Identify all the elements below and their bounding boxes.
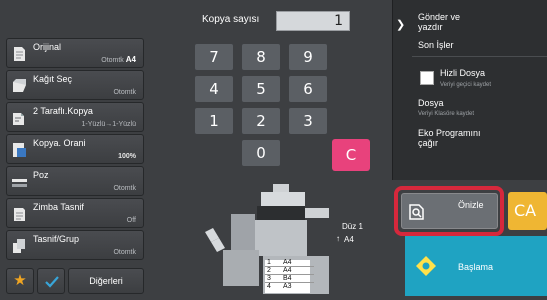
- preview-label: Önizle: [458, 200, 484, 210]
- copies-label: Kopya sayısı: [202, 14, 260, 25]
- output-size-label: A4: [344, 235, 354, 244]
- key-2[interactable]: 2: [242, 108, 280, 134]
- original-button[interactable]: Orijinal Otomtk A4: [6, 38, 144, 68]
- key-3[interactable]: 3: [289, 108, 327, 134]
- keypad-area: Kopya sayısı 1 7 8 9 4 5 6 1 2 3 0 C: [180, 6, 380, 176]
- key-5[interactable]: 5: [242, 76, 280, 102]
- staple-sort-label: Zimba Tasnif: [33, 202, 84, 212]
- output-tray-label: Düz 1: [342, 222, 363, 231]
- original-label: Orijinal: [33, 42, 62, 52]
- quick-file-checkbox[interactable]: [420, 71, 434, 85]
- copy-ratio-label: Kopya. Orani: [33, 138, 86, 148]
- copy-screen: Orijinal Otomtk A4 Kağıt Seç Otomtk 2 Ta…: [0, 0, 547, 300]
- staple-sort-value: Off: [126, 217, 136, 224]
- key-1[interactable]: 1: [195, 108, 233, 134]
- sort-group-button[interactable]: Tasnif/Grup Otomtk: [6, 230, 144, 260]
- clear-button[interactable]: C: [332, 139, 370, 171]
- checkmark-icon: [45, 276, 59, 288]
- exposure-icon: [12, 179, 27, 187]
- recent-jobs-link[interactable]: Son İşler: [418, 40, 454, 50]
- key-8[interactable]: 8: [242, 44, 280, 70]
- key-6[interactable]: 6: [289, 76, 327, 102]
- start-diamond-icon: [416, 256, 436, 276]
- tray-size: A4: [283, 267, 292, 274]
- paper-select-label: Kağıt Seç: [33, 74, 73, 84]
- exposure-button[interactable]: Poz Otomtk: [6, 166, 144, 196]
- duplex-copy-value: 1-Yüzlü→1-Yüzlü: [81, 121, 136, 128]
- staple-sort-button[interactable]: Zimba Tasnif Off: [6, 198, 144, 228]
- tray-size: A3: [283, 283, 292, 290]
- key-4[interactable]: 4: [195, 76, 233, 102]
- preview-icon: [409, 204, 424, 220]
- file-sublabel: Veriyi Klasöre kaydet: [418, 111, 475, 117]
- tray-list: 1 A4 2 A4 3 B4 4 A3: [265, 259, 314, 292]
- send-and-print-link[interactable]: Gönder ve yazdır: [418, 12, 460, 32]
- paper-select-button[interactable]: Kağıt Seç Otomtk: [6, 70, 144, 100]
- panel-collapse-icon[interactable]: ❯: [396, 18, 405, 31]
- tray-row[interactable]: 3 B4: [265, 275, 314, 283]
- bottom-bar: ★ Diğerleri: [6, 268, 144, 294]
- key-7[interactable]: 7: [195, 44, 233, 70]
- action-panel: [392, 0, 547, 180]
- key-0[interactable]: 0: [242, 140, 280, 166]
- checkmark-button[interactable]: [37, 268, 65, 294]
- ratio-icon: [13, 143, 26, 157]
- duplex-copy-button[interactable]: 2 Taraflı.Kopya 1-Yüzlü→1-Yüzlü: [6, 102, 144, 132]
- output-arrow-icon: ↑: [336, 234, 340, 243]
- eco-program-link[interactable]: Eko Programını çağır: [418, 128, 481, 148]
- staple-icon: [14, 208, 25, 221]
- favorite-star-icon[interactable]: ★: [6, 268, 34, 294]
- tray-row[interactable]: 1 A4: [265, 259, 314, 267]
- paper-select-value: Otomtk: [113, 89, 136, 96]
- tray-number: 3: [267, 275, 271, 282]
- tray-row[interactable]: 2 A4: [265, 267, 314, 275]
- sort-group-value: Otomtk: [113, 249, 136, 256]
- copy-ratio-value: 100%: [118, 153, 136, 160]
- key-9[interactable]: 9: [289, 44, 327, 70]
- file-link[interactable]: Dosya: [418, 98, 444, 108]
- tray-size: B4: [283, 275, 292, 282]
- original-value: Otomtk A4: [101, 55, 136, 64]
- quick-file-label: Hizli Dosya: [440, 68, 486, 78]
- divider: [412, 56, 547, 57]
- copies-count-field[interactable]: 1: [276, 11, 350, 31]
- document-icon: [14, 47, 25, 61]
- duplex-copy-label: 2 Taraflı.Kopya: [33, 106, 93, 116]
- quick-file-sublabel: Veriyi geçici kaydet: [440, 82, 492, 88]
- tray-number: 2: [267, 267, 271, 274]
- others-button[interactable]: Diğerleri: [68, 268, 144, 294]
- clear-all-button[interactable]: CA: [508, 192, 547, 230]
- exposure-label: Poz: [33, 170, 49, 180]
- paper-icon: [13, 79, 26, 92]
- start-label: Başlama: [458, 262, 494, 272]
- sort-group-label: Tasnif/Grup: [33, 234, 80, 244]
- tray-row[interactable]: 4 A3: [265, 283, 314, 291]
- function-list: Orijinal Otomtk A4 Kağıt Seç Otomtk 2 Ta…: [6, 38, 144, 296]
- tray-number: 4: [267, 283, 271, 290]
- preview-button[interactable]: [401, 193, 498, 229]
- sort-icon: [13, 239, 25, 253]
- duplex-icon: [13, 113, 24, 125]
- exposure-value: Otomtk: [113, 185, 136, 192]
- tray-size: A4: [283, 259, 292, 266]
- tray-number: 1: [267, 259, 271, 266]
- copy-ratio-button[interactable]: Kopya. Orani 100%: [6, 134, 144, 164]
